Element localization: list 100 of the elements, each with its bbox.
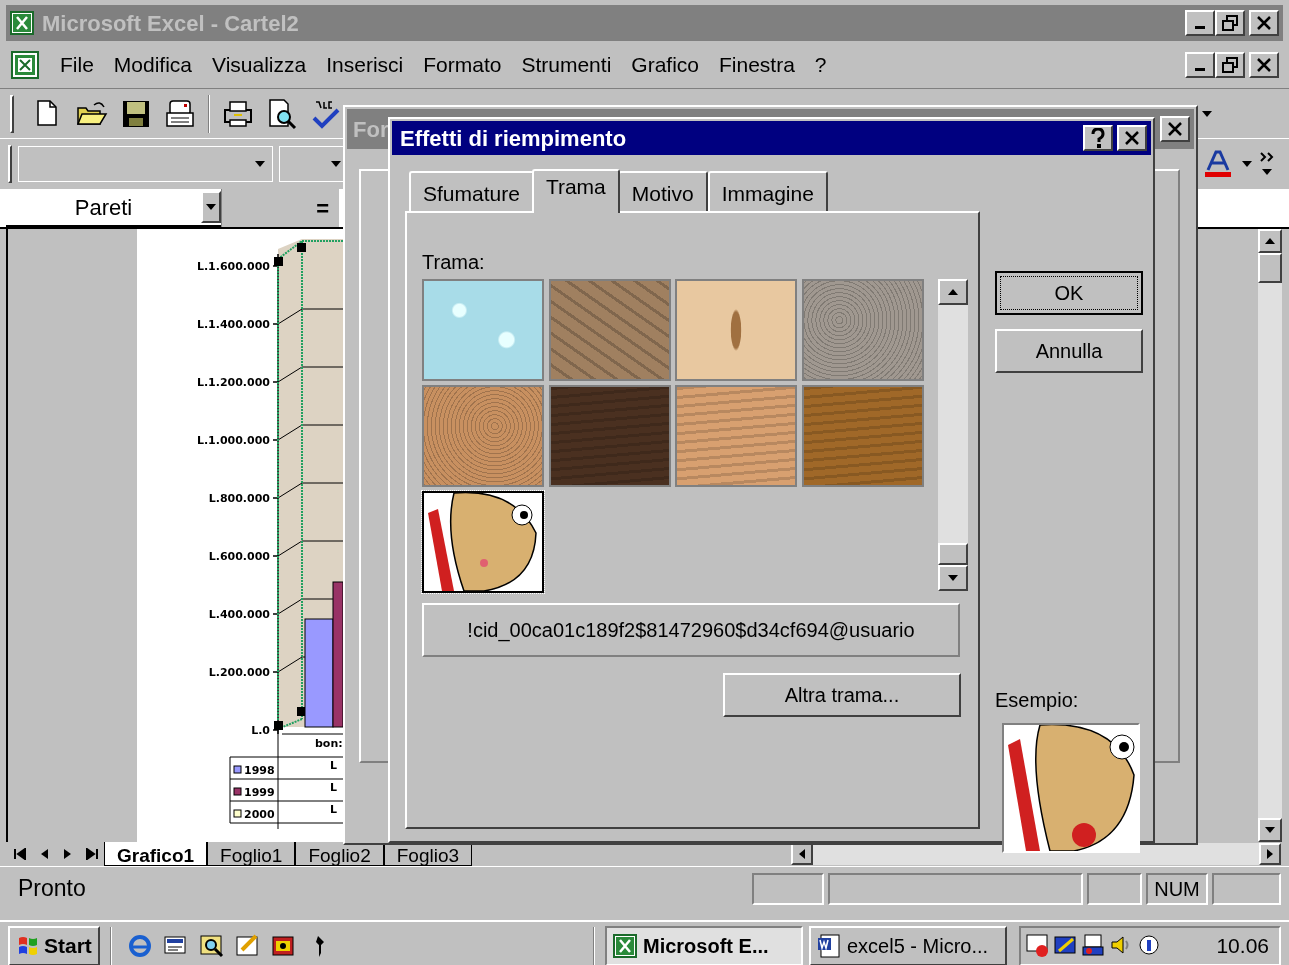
- start-button[interactable]: Start: [8, 926, 100, 965]
- menu-item[interactable]: Finestra: [719, 48, 795, 81]
- legend-label: 1999: [244, 786, 275, 799]
- sheet-tab[interactable]: Foglio2: [295, 842, 384, 866]
- scroll-right-button[interactable]: [1259, 843, 1281, 865]
- dropdown-arrow-icon: [330, 160, 342, 168]
- category-label: bon:: [315, 737, 343, 750]
- dropdown-arrow-icon[interactable]: [1241, 160, 1253, 168]
- left-arrow-icon: [799, 849, 805, 859]
- first-arrow-icon: [14, 848, 26, 860]
- menu-item[interactable]: ?: [814, 48, 827, 81]
- equals-sign: =: [316, 194, 329, 223]
- network-icon[interactable]: [1081, 933, 1107, 959]
- num-lock-indicator: NUM: [1146, 872, 1208, 905]
- sample-label: Esempio:: [995, 688, 1080, 713]
- axis-label: L.800.000: [208, 492, 270, 505]
- scroll-thumb[interactable]: [938, 543, 968, 565]
- axis-label: L.1.600.000: [196, 260, 270, 273]
- bar[interactable]: [304, 618, 334, 728]
- close-icon: [1166, 120, 1184, 138]
- dropdown-arrow-icon: [254, 160, 266, 168]
- name-box[interactable]: Pareti: [6, 189, 221, 227]
- dialog-title: Effetti di riempimento: [400, 124, 627, 153]
- close-button[interactable]: [1249, 51, 1279, 78]
- print-preview-icon: [266, 97, 298, 130]
- scroll-down-button[interactable]: [938, 565, 968, 591]
- taskbar-button[interactable]: excel5 - Micro...: [809, 926, 1007, 965]
- name-box-dropdown[interactable]: [201, 191, 221, 223]
- help-button[interactable]: [1083, 125, 1113, 151]
- down-arrow-icon: [1265, 827, 1275, 833]
- dialog-tab[interactable]: Sfumature: [409, 171, 534, 211]
- menu-item[interactable]: Inserisci: [326, 48, 404, 81]
- menu-item[interactable]: Visualizza: [212, 48, 307, 81]
- vertical-scrollbar[interactable]: [1258, 229, 1282, 842]
- pin-icon: [315, 935, 324, 957]
- magnifier-icon: [197, 932, 226, 960]
- close-button[interactable]: [1249, 10, 1279, 36]
- texture-swatch[interactable]: [422, 279, 544, 381]
- windows-logo-icon: [16, 934, 40, 958]
- font-name-field[interactable]: [18, 146, 273, 182]
- workbook-icon[interactable]: [10, 49, 40, 80]
- close-icon: [1255, 14, 1273, 32]
- close-button[interactable]: [1160, 116, 1190, 142]
- texture-swatch[interactable]: [548, 385, 671, 487]
- restore-icon: [1221, 55, 1239, 74]
- scheduler-icon[interactable]: [1025, 933, 1051, 959]
- scroll-up-button[interactable]: [938, 279, 968, 305]
- dialog-tab[interactable]: Motivo: [617, 171, 708, 211]
- sheet-tab[interactable]: Foglio1: [207, 842, 296, 866]
- texture-swatch[interactable]: [801, 279, 924, 381]
- spreadsheet-icon: [613, 934, 637, 958]
- menu-item[interactable]: Strumenti: [521, 48, 612, 81]
- texture-scrollbar[interactable]: [938, 279, 968, 591]
- axis-label: L.200.000: [208, 666, 270, 679]
- scroll-thumb[interactable]: [1258, 253, 1282, 283]
- scroll-down-button[interactable]: [1258, 818, 1282, 842]
- minimize-icon: [1195, 26, 1205, 29]
- axis-label: L.0: [251, 724, 270, 737]
- axis-label: L.1.200.000: [196, 376, 270, 389]
- ok-button[interactable]: OK: [995, 271, 1143, 315]
- last-arrow-icon: [86, 848, 98, 860]
- more-buttons-icon[interactable]: [1259, 151, 1275, 177]
- right-arrow-icon: [1267, 849, 1273, 859]
- table-cell: L: [330, 759, 337, 772]
- legend-label: 1998: [244, 764, 275, 777]
- texture-swatch[interactable]: [801, 385, 924, 487]
- texture-swatch[interactable]: [675, 385, 797, 487]
- texture-swatch[interactable]: [548, 279, 671, 381]
- close-button[interactable]: [1117, 125, 1147, 151]
- app-icon: [10, 11, 34, 35]
- taskbar-button[interactable]: Microsoft E...: [605, 926, 803, 965]
- menu-item[interactable]: File: [60, 48, 94, 81]
- texture-swatch[interactable]: [675, 279, 797, 381]
- axis-label: L.1.000.000: [196, 434, 270, 447]
- texture-swatch[interactable]: [422, 385, 544, 487]
- menu-item[interactable]: Grafico: [631, 48, 699, 81]
- dialog-tab[interactable]: Trama: [531, 169, 620, 213]
- restore-button[interactable]: [1215, 51, 1245, 78]
- min-button[interactable]: [1185, 10, 1215, 36]
- table-cell: L: [330, 781, 337, 794]
- up-arrow-icon: [1265, 238, 1275, 244]
- dialog-tab[interactable]: Immagine: [707, 171, 828, 211]
- other-texture-button[interactable]: Altra trama...: [723, 673, 961, 717]
- sheet-tab[interactable]: Grafico1: [104, 842, 208, 866]
- restore-icon: [1221, 14, 1239, 32]
- status-panel: [1087, 872, 1142, 905]
- close-icon: [1123, 129, 1141, 147]
- help-icon: [1090, 128, 1106, 148]
- menu-item[interactable]: Formato: [423, 48, 502, 81]
- scroll-up-button[interactable]: [1258, 229, 1282, 253]
- close-icon: [1255, 55, 1273, 74]
- cancel-button[interactable]: Annulla: [995, 329, 1143, 373]
- axis-label: L.1.400.000: [196, 318, 270, 331]
- font-color-icon: [1203, 150, 1233, 178]
- status-panel: [752, 872, 824, 905]
- axis-label: L.400.000: [208, 608, 270, 621]
- restore-button[interactable]: [1215, 10, 1245, 36]
- min-button[interactable]: [1185, 51, 1215, 78]
- menu-item[interactable]: Modifica: [113, 48, 193, 81]
- scroll-left-button[interactable]: [791, 843, 813, 865]
